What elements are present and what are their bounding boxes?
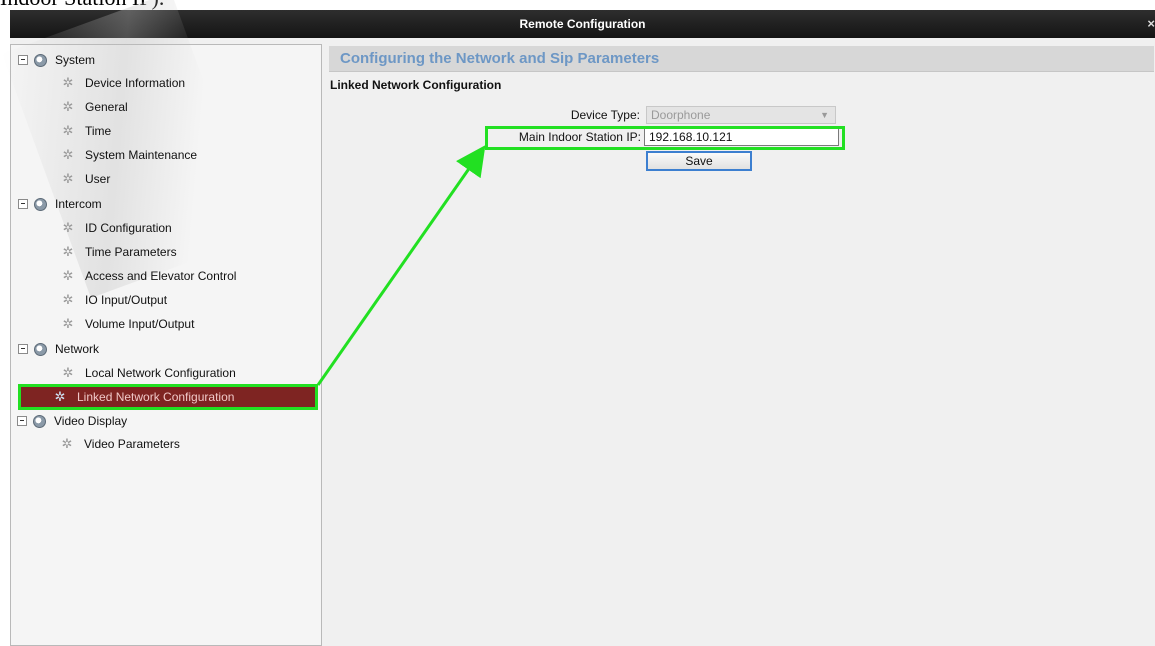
tree-item-user[interactable]: ✲ User	[61, 168, 316, 190]
device-type-label: Device Type:	[570, 108, 640, 122]
save-button[interactable]: Save	[646, 151, 752, 171]
tree-item-label: System Maintenance	[85, 148, 198, 162]
gear-icon: ✲	[62, 316, 74, 331]
tree-item-label: IO Input/Output	[85, 293, 168, 307]
collapse-icon[interactable]	[18, 199, 28, 209]
device-group-icon	[34, 342, 47, 356]
tree-group-video-display[interactable]: Video Display	[10, 409, 320, 433]
window-title: Remote Configuration	[519, 17, 646, 31]
tree-group-label: Network	[55, 342, 100, 356]
gear-icon: ✲	[62, 365, 74, 380]
gear-icon: ✲	[62, 99, 74, 114]
tree-item-label: General	[85, 100, 128, 114]
tree-item-io-input-output[interactable]: ✲ IO Input/Output	[61, 289, 316, 311]
tree-item-general[interactable]: ✲ General	[61, 96, 316, 118]
tree-item-label: Time	[85, 124, 112, 138]
tree-group-system[interactable]: System	[11, 48, 321, 72]
tree-item-label: Video Parameters	[84, 437, 180, 451]
tree-item-label: Linked Network Configuration	[77, 390, 235, 404]
window-titlebar: Remote Configuration ×	[10, 10, 1155, 38]
gear-icon: ✲	[62, 147, 74, 162]
collapse-icon[interactable]	[17, 416, 27, 426]
device-group-icon	[33, 414, 46, 428]
tree-item-label: User	[85, 172, 111, 186]
tree-group-label: Intercom	[55, 197, 102, 211]
tree-item-access-elevator-control[interactable]: ✲ Access and Elevator Control	[61, 265, 316, 287]
tree-item-time[interactable]: ✲ Time	[61, 120, 316, 142]
tree-item-label: Access and Elevator Control	[85, 269, 237, 283]
tree-item-local-network-configuration[interactable]: ✲ Local Network Configuration	[61, 362, 316, 384]
gear-icon: ✲	[62, 171, 74, 186]
document-caption: Indoor Station IP).	[0, 0, 164, 10]
collapse-icon[interactable]	[18, 344, 28, 354]
device-group-icon	[34, 197, 47, 211]
gear-icon: ✲	[62, 220, 74, 235]
annotation-highlight-box	[485, 126, 845, 150]
tree-item-volume-input-output[interactable]: ✲ Volume Input/Output	[61, 313, 316, 335]
tree-item-id-configuration[interactable]: ✲ ID Configuration	[61, 217, 316, 239]
gear-icon: ✲	[62, 244, 74, 259]
tree-item-linked-network-configuration[interactable]: ✲ Linked Network Configuration	[18, 384, 318, 410]
tree-item-label: ID Configuration	[85, 221, 172, 235]
tree-item-time-parameters[interactable]: ✲ Time Parameters	[61, 241, 316, 263]
gear-icon: ✲	[62, 75, 74, 90]
tree-item-label: Local Network Configuration	[85, 366, 236, 380]
device-group-icon	[34, 53, 47, 67]
close-icon[interactable]: ×	[1147, 16, 1155, 31]
chevron-down-icon: ▼	[820, 110, 829, 120]
gear-icon: ✲	[62, 292, 74, 307]
section-title: Linked Network Configuration	[330, 78, 502, 92]
gear-icon: ✲	[62, 123, 74, 138]
tree-group-intercom[interactable]: Intercom	[11, 192, 321, 216]
tree-item-video-parameters[interactable]: ✲ Video Parameters	[60, 433, 315, 455]
tree-group-network[interactable]: Network	[11, 337, 321, 361]
collapse-icon[interactable]	[18, 55, 28, 65]
tree-item-label: Volume Input/Output	[85, 317, 195, 331]
tree-group-label: Video Display	[54, 414, 128, 428]
config-tree-sidebar: System ✲ Device Information ✲ General ✲ …	[1, 0, 322, 646]
panel-header: Configuring the Network and Sip Paramete…	[329, 46, 1154, 72]
tree-item-system-maintenance[interactable]: ✲ System Maintenance	[61, 144, 316, 166]
tree-group-label: System	[55, 53, 96, 67]
gear-icon: ✲	[62, 268, 74, 283]
tree-item-label: Time Parameters	[85, 245, 177, 259]
device-type-value: Doorphone	[651, 108, 711, 122]
tree-item-device-information[interactable]: ✲ Device Information	[61, 72, 316, 94]
tree-item-label: Device Information	[85, 76, 186, 90]
device-type-select[interactable]: Doorphone ▼	[646, 106, 836, 124]
gear-icon: ✲	[61, 436, 73, 451]
config-content-panel: Configuring the Network and Sip Paramete…	[326, 44, 1155, 646]
gear-icon: ✲	[54, 389, 66, 404]
